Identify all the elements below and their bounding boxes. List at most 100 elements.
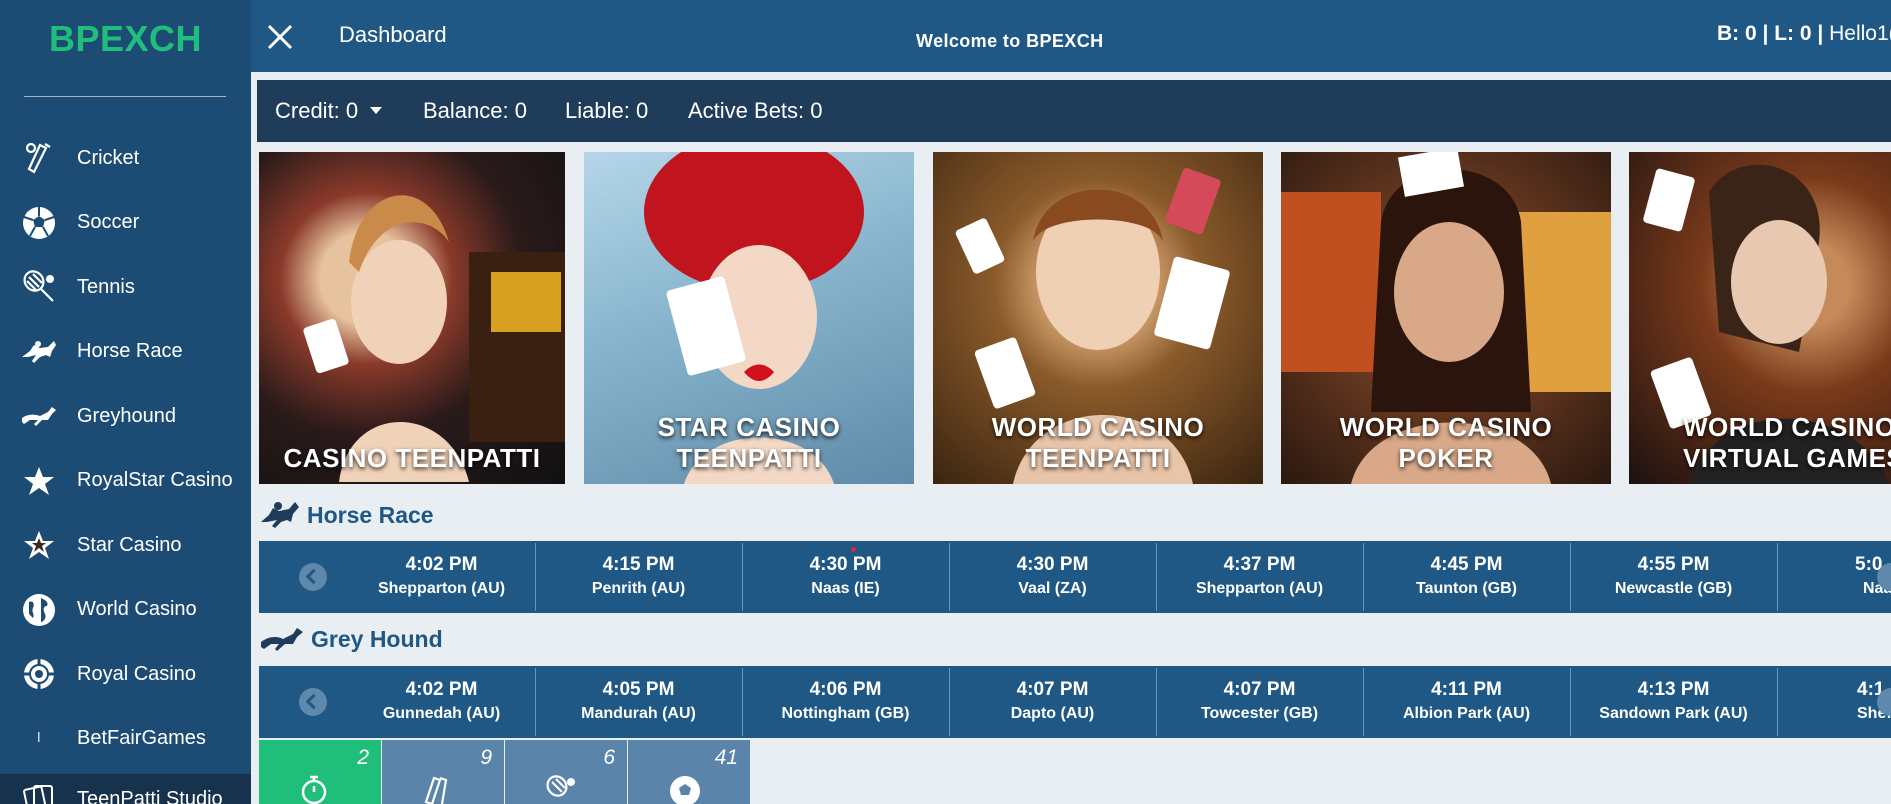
soccer-ball-icon (20, 204, 58, 242)
sidebar-item-greyhound[interactable]: Greyhound (0, 384, 251, 449)
casino-card[interactable]: CASINO TEENPATTI (259, 152, 565, 484)
race-time: 4:02 PM (405, 554, 478, 575)
race-time: 4:30 PM (809, 554, 882, 575)
race-item[interactable]: 4:07 PM Towcester (GB) (1156, 666, 1363, 738)
race-time: 4:15 PM (602, 554, 675, 575)
user-menu[interactable]: Hello1( (1829, 22, 1891, 45)
sport-menu: Cricket Soccer Tennis Horse Race Greyhou… (0, 126, 251, 771)
horse-race-strip: 4:02 PM Shepparton (AU) 4:15 PM Penrith … (259, 541, 1891, 613)
casino-card-title: WORLD CASINO POKER (1281, 412, 1611, 474)
tennis-icon (20, 268, 58, 306)
race-time: 4:07 PM (1016, 679, 1089, 700)
horse-icon (261, 502, 299, 528)
race-time: 4:06 PM (809, 679, 882, 700)
liable-value: Liable: 0 (565, 98, 649, 123)
caret-down-icon (370, 106, 383, 114)
casino-carousel: CASINO TEENPATTI STAR CASINO TEENPATTI W… (259, 152, 1891, 484)
tennis-icon (546, 775, 575, 797)
sport-tile-tennis[interactable]: 6 (505, 740, 627, 804)
star-icon (20, 462, 58, 500)
casino-card-title-line2: TEENPATTI (1025, 443, 1171, 473)
sidebar-item-royal-casino[interactable]: Royal Casino (0, 642, 251, 707)
sidebar-item-world-casino[interactable]: World Casino (0, 578, 251, 643)
race-time: 4:45 PM (1430, 554, 1503, 575)
race-item[interactable]: 4:55 PM Newcastle (GB) (1570, 541, 1777, 613)
race-time: 4:13 PM (1637, 679, 1710, 700)
previous-arrow-icon[interactable] (299, 563, 327, 591)
race-item[interactable]: 4:37 PM Shepparton (AU) (1156, 541, 1363, 613)
casino-card[interactable]: WORLD CASINO POKER (1281, 152, 1611, 484)
active-bets-value: Active Bets: 0 (688, 98, 823, 123)
casino-card-title-line1: WORLD CASINO (991, 412, 1205, 442)
race-time: 4:30 PM (1016, 554, 1089, 575)
chip-icon (20, 655, 58, 693)
greyhound-icon (261, 628, 303, 651)
casino-card-image (303, 195, 565, 482)
sport-tile-cricket[interactable]: 9 (382, 740, 504, 804)
sidebar-item-soccer[interactable]: Soccer (0, 191, 251, 256)
race-venue: Vaal (ZA) (1018, 580, 1087, 597)
section-title: Grey Hound (311, 625, 443, 652)
race-item[interactable]: 4:30 PM Vaal (ZA) (949, 541, 1156, 613)
race-time: 4:07 PM (1223, 679, 1296, 700)
race-item[interactable]: 4:06 PM Nottingham (GB) (742, 666, 949, 738)
welcome-text: Welcome to BPEXCH (916, 31, 1104, 51)
casino-card-title-line2: VIRTUAL GAMES (1683, 443, 1891, 473)
casino-card[interactable]: WORLD CASINO TEENPATTI (933, 152, 1263, 484)
sidebar-item-teenpatti-studio[interactable]: TeenPatti Studio (0, 774, 251, 804)
race-venue: Shepparton (AU) (377, 580, 506, 597)
credit-dropdown[interactable]: Credit: 0 (275, 98, 383, 124)
sidebar-item-horse-race[interactable]: Horse Race (0, 320, 251, 385)
live-indicator-icon (851, 547, 856, 552)
tile-count: 6 (603, 746, 615, 769)
sidebar-item-label: Royal Casino (77, 662, 196, 685)
casino-card[interactable]: STAR CASINO TEENPATTI (584, 152, 914, 484)
race-item[interactable]: 4:1 Sheffi (1777, 666, 1891, 738)
sidebar-item-royalstar-casino[interactable]: RoyalStar Casino (0, 449, 251, 514)
casino-card-title: WORLD CASINO TEENPATTI (933, 412, 1263, 474)
race-item[interactable]: 5:0 Naa (1777, 541, 1891, 613)
race-venue: Nottingham (GB) (781, 705, 910, 722)
greyhound-icon (20, 397, 58, 435)
sidebar-item-tennis[interactable]: Tennis (0, 255, 251, 320)
sidebar-item-label: Greyhound (77, 404, 176, 427)
close-icon (267, 24, 293, 50)
race-venue: Albion Park (AU) (1402, 705, 1531, 722)
casino-card-title-line1: STAR CASINO (657, 412, 841, 442)
casino-card-title-line1: WORLD CASINO (1683, 412, 1891, 442)
cricket-icon (424, 776, 448, 804)
brand-logo[interactable]: BPEXCH (0, 18, 251, 60)
grey-hound-section-header: Grey Hound (259, 621, 443, 657)
section-title: Horse Race (307, 501, 434, 528)
sidebar-item-cricket[interactable]: Cricket (0, 126, 251, 191)
sidebar-item-label: Soccer (77, 211, 140, 234)
sport-tile-soccer[interactable]: 41 (628, 740, 750, 804)
sport-tile-inplay[interactable]: 2 (259, 740, 381, 804)
sidebar-item-label: Cricket (77, 146, 140, 169)
race-item[interactable]: 4:13 PM Sandown Park (AU) (1570, 666, 1777, 738)
grey-hound-strip: 4:02 PM Gunnedah (AU) 4:05 PM Mandurah (… (259, 666, 1891, 738)
race-item[interactable]: 4:07 PM Dapto (AU) (949, 666, 1156, 738)
race-time: 4:11 PM (1431, 679, 1502, 700)
race-item[interactable]: 4:30 PM Naas (IE) (742, 541, 949, 613)
race-item[interactable]: 4:15 PM Penrith (AU) (535, 541, 742, 613)
sidebar-item-label: World Casino (77, 598, 197, 621)
sidebar-item-betfairgames[interactable]: BetFairGames (0, 707, 251, 772)
race-item[interactable]: 4:45 PM Taunton (GB) (1363, 541, 1570, 613)
previous-arrow-icon[interactable] (299, 688, 327, 716)
race-venue: Newcastle (GB) (1614, 580, 1733, 597)
race-time: 4:55 PM (1637, 554, 1710, 575)
race-item[interactable]: 4:11 PM Albion Park (AU) (1363, 666, 1570, 738)
race-item[interactable]: 4:05 PM Mandurah (AU) (535, 666, 742, 738)
dashboard-link[interactable]: Dashboard (339, 22, 447, 48)
race-item[interactable]: 4:02 PM Gunnedah (AU) (338, 666, 545, 738)
race-venue: Gunnedah (AU) (382, 705, 501, 722)
casino-card[interactable]: WORLD CASINO VIRTUAL GAMES (1629, 152, 1891, 484)
race-item[interactable]: 4:02 PM Shepparton (AU) (338, 541, 545, 613)
tile-count: 41 (714, 746, 738, 769)
race-venue: Sandown Park (AU) (1599, 705, 1748, 722)
sidebar-item-star-casino[interactable]: Star Casino (0, 513, 251, 578)
sidebar-item-label: RoyalStar Casino (77, 469, 233, 492)
close-menu-button[interactable] (265, 22, 295, 52)
race-time: 4:37 PM (1223, 554, 1296, 575)
